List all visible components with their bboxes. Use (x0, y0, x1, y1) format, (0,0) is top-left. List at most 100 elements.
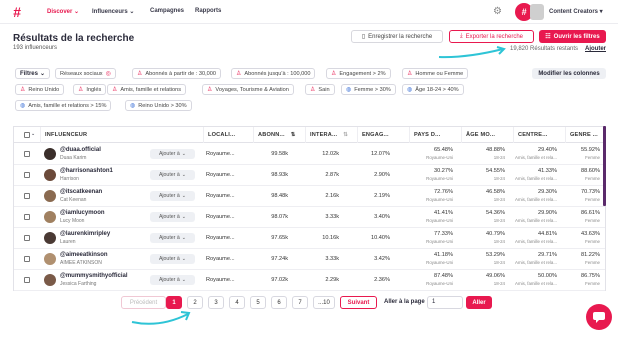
row-checkbox[interactable] (24, 172, 30, 178)
page-button[interactable]: ...10 (313, 296, 335, 309)
column-interactions[interactable]: INTERA... ⇅ (305, 127, 357, 143)
row-checkbox[interactable] (24, 277, 30, 283)
filter-chip[interactable]: ♙ Homme ou Femme (402, 68, 469, 79)
age-sub-cell: 18-24 (493, 176, 505, 181)
page-button[interactable]: 5 (250, 296, 266, 309)
filter-chip[interactable]: ◍ Âge 18-24 > 40% (402, 84, 464, 95)
filters-label: Filtres (19, 70, 38, 77)
page-button[interactable]: 4 (229, 296, 245, 309)
gear-icon[interactable]: ⚙ (493, 6, 502, 17)
account-menu[interactable]: Content Creators ▾ (549, 8, 603, 15)
influencer-handle[interactable]: @harrisonashton1 (60, 168, 113, 174)
influencer-avatar[interactable] (44, 253, 56, 265)
globe-icon: ◍ (346, 87, 352, 93)
age-sub-cell: 18-24 (493, 218, 505, 223)
user-avatar[interactable] (530, 4, 544, 20)
column-influencer[interactable]: INFLUENCEUR (40, 127, 205, 143)
table-scrollbar[interactable] (603, 126, 606, 206)
table-row[interactable]: @iamlucymoon Lucy Moon Ajouter à ⌄ Royaume..… (14, 207, 605, 228)
filter-chip[interactable]: ◍ Amis, famille et relations > 15% (15, 100, 112, 111)
influencer-avatar[interactable] (44, 169, 56, 181)
filter-chip[interactable]: ♙ Reino Unido (15, 84, 65, 95)
gender-sub-cell: Femme (585, 176, 600, 181)
save-search-button[interactable]: ▯ Enregistrer la recherche (351, 30, 443, 43)
filter-chip[interactable]: ♙ Engagement > 2% (326, 68, 391, 79)
next-page-button[interactable]: Suivant (340, 296, 377, 309)
sort-desc-icon[interactable]: ⇅ (291, 132, 296, 138)
add-to-label: Ajouter à (158, 256, 180, 262)
remaining-results: 19,820 Résultats restants (510, 46, 578, 52)
export-search-button[interactable]: ⤓ Exporter la recherche (449, 30, 534, 43)
nav-campaigns[interactable]: Campagnes (150, 8, 184, 14)
filter-chip[interactable]: Réseaux sociaux ◎ (55, 68, 116, 79)
nav-discover[interactable]: Discover ⌄ (47, 8, 79, 15)
page-button[interactable]: 3 (208, 296, 224, 309)
engagement-cell: 12.07% (371, 151, 390, 157)
add-to-button[interactable]: Ajouter à ⌄ (150, 275, 195, 285)
influencer-handle[interactable]: @itscatkeenan (60, 189, 102, 195)
add-to-button[interactable]: Ajouter à ⌄ (150, 233, 195, 243)
filter-chip[interactable]: ♙ Abonnés à partir de : 30,000 (132, 68, 221, 79)
table-row[interactable]: @duaa.official Duaa Karim Ajouter à ⌄ Royaum… (14, 144, 605, 165)
nav-reports[interactable]: Rapports (195, 8, 221, 14)
influencer-handle[interactable]: @mummysmithyofficial (60, 273, 128, 279)
add-to-button[interactable]: Ajouter à ⌄ (150, 149, 195, 159)
add-to-button[interactable]: Ajouter à ⌄ (150, 170, 195, 180)
row-checkbox[interactable] (24, 256, 30, 262)
goto-page-button[interactable]: Aller (466, 296, 492, 309)
influencer-handle[interactable]: @aimeeatkinson (60, 252, 108, 258)
nav-influencers[interactable]: Influenceurs ⌄ (92, 8, 134, 15)
filter-chip[interactable]: ♙ Sain (305, 84, 335, 95)
influencer-avatar[interactable] (44, 274, 56, 286)
interactions-cell: 2.16k (325, 193, 339, 199)
add-to-button[interactable]: Ajouter à ⌄ (150, 254, 195, 264)
interest-pct-cell: 29.40% (538, 147, 557, 153)
row-checkbox[interactable] (24, 193, 30, 199)
table-row[interactable]: @aimeeatkinson AIMEE ATKINSON Ajouter à ⌄ Ro… (14, 249, 605, 270)
modify-columns-button[interactable]: Modifier les colonnes (532, 68, 606, 79)
country-pct-cell: 41.41% (434, 210, 453, 216)
column-followers[interactable]: ABONN... ⇅ (253, 127, 305, 143)
chevron-down-icon: ⌄ (181, 151, 187, 157)
goto-page-input[interactable]: 1 (427, 296, 463, 309)
influencer-avatar[interactable] (44, 232, 56, 244)
add-results-link[interactable]: Ajouter (585, 46, 606, 52)
select-all-checkbox[interactable] (24, 132, 30, 138)
table-row[interactable]: @laurenkimripley Lauren Ajouter à ⌄ Royaume.… (14, 228, 605, 249)
chevron-down-icon[interactable]: ⌄ (31, 131, 35, 137)
column-age[interactable]: ÂGE MO... (461, 127, 513, 143)
row-checkbox[interactable] (24, 214, 30, 220)
filter-chip[interactable]: ♙ Abonnés jusqu'à : 100,000 (231, 68, 316, 79)
influencer-handle[interactable]: @laurenkimripley (60, 231, 110, 237)
page-button[interactable]: 6 (271, 296, 287, 309)
filter-chip[interactable]: ◍ Femme > 30% (341, 84, 396, 95)
page-button[interactable]: 7 (292, 296, 308, 309)
add-to-button[interactable]: Ajouter à ⌄ (150, 212, 195, 222)
sort-icon[interactable]: ⇅ (343, 132, 348, 138)
column-country[interactable]: PAYS D... (409, 127, 461, 143)
column-gender[interactable]: GENRE ... (565, 127, 605, 143)
influencer-avatar[interactable] (44, 148, 56, 160)
brand-logo[interactable]: # (13, 4, 21, 20)
filter-chip[interactable]: ♙ Inglés (73, 84, 107, 95)
influencer-avatar[interactable] (44, 211, 56, 223)
table-row[interactable]: @mummysmithyofficial Jessica Farthing Ajou… (14, 270, 605, 291)
column-engagement[interactable]: ENGAG... (357, 127, 409, 143)
influencer-handle[interactable]: @duaa.official (60, 147, 101, 153)
open-filters-button[interactable]: ☷ Ouvrir les filtres (539, 30, 606, 43)
add-to-button[interactable]: Ajouter à ⌄ (150, 191, 195, 201)
table-row[interactable]: @itscatkeenan Cat Keenan Ajouter à ⌄ Royaume… (14, 186, 605, 207)
column-location[interactable]: LOCALI... (203, 127, 253, 143)
filter-chip[interactable]: ♙ Voyages, Tourisme & Aviation (202, 84, 294, 95)
filter-chip[interactable]: ♙ Amis, famille et relations (107, 84, 187, 95)
chat-button[interactable] (586, 304, 612, 330)
filter-chip[interactable]: ◍ Reino Unido > 30% (125, 100, 192, 111)
filters-dropdown[interactable]: Filtres ⌄ (15, 68, 50, 79)
influencer-handle[interactable]: @iamlucymoon (60, 210, 105, 216)
engagement-cell: 3.42% (374, 256, 390, 262)
table-row[interactable]: @harrisonashton1 Harrison Ajouter à ⌄ Royaum… (14, 165, 605, 186)
row-checkbox[interactable] (24, 235, 30, 241)
column-interests[interactable]: CENTRE... (513, 127, 565, 143)
influencer-avatar[interactable] (44, 190, 56, 202)
row-checkbox[interactable] (24, 151, 30, 157)
